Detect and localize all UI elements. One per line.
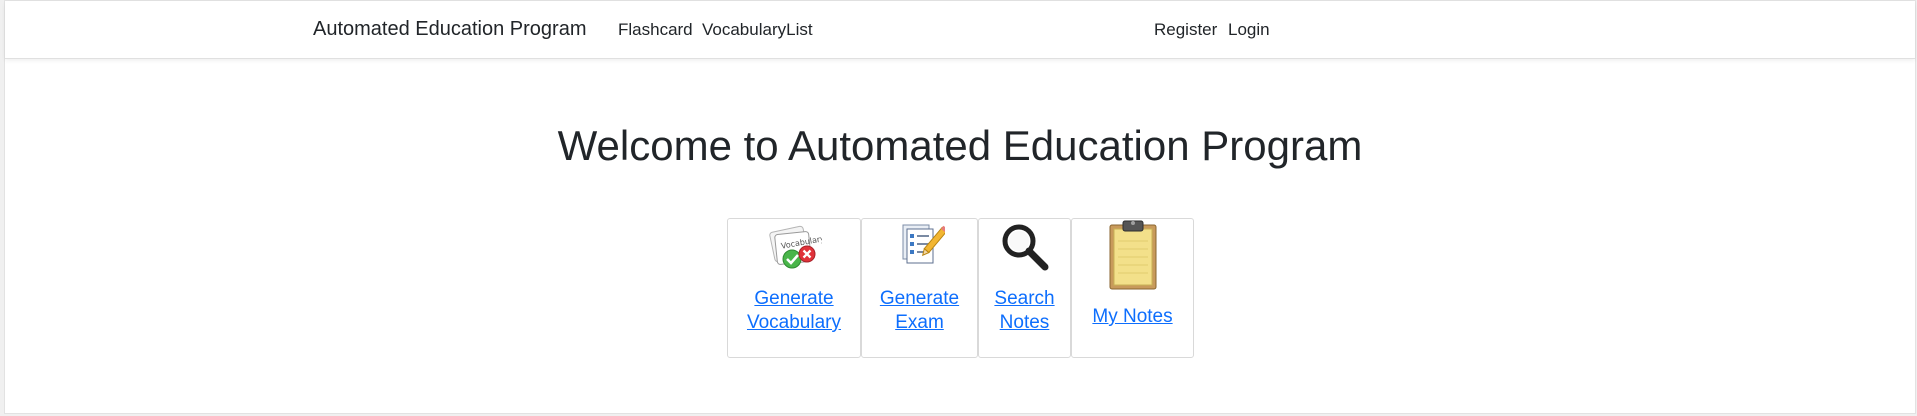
- page: Automated Education Program Flashcard Vo…: [4, 0, 1916, 414]
- generate-exam-line1: Generate: [879, 288, 960, 309]
- navbar-brand[interactable]: Automated Education Program: [313, 18, 587, 41]
- my-notes-link[interactable]: My Notes: [1072, 305, 1193, 329]
- generate-vocabulary-link[interactable]: Generate Vocabulary: [728, 287, 860, 335]
- exam-pencil-icon[interactable]: [895, 221, 948, 272]
- nav-link-register[interactable]: Register: [1154, 20, 1217, 40]
- navbar: Automated Education Program Flashcard Vo…: [5, 1, 1915, 59]
- clipboard-icon[interactable]: [1106, 219, 1160, 296]
- generate-exam-link[interactable]: Generate Exam: [862, 287, 977, 335]
- card-generate-exam: Generate Exam: [861, 218, 978, 358]
- nav-link-login[interactable]: Login: [1228, 20, 1270, 40]
- search-notes-line2: Notes: [999, 312, 1050, 333]
- page-title: Welcome to Automated Education Program: [557, 122, 1363, 169]
- card-my-notes: My Notes: [1071, 218, 1194, 358]
- search-notes-line1: Search: [994, 288, 1055, 309]
- nav-link-vocabulary-list[interactable]: VocabularyList: [702, 20, 813, 40]
- card-generate-vocabulary: Vocabulary Generate Vocabulary: [727, 218, 861, 358]
- vocabulary-check-icon[interactable]: Vocabulary: [766, 221, 826, 276]
- magnifier-icon[interactable]: [999, 221, 1051, 278]
- search-notes-link[interactable]: Search Notes: [979, 287, 1070, 335]
- generate-exam-line2: Exam: [895, 312, 944, 333]
- nav-link-flashcard[interactable]: Flashcard: [618, 20, 693, 40]
- card-search-notes: Search Notes: [978, 218, 1071, 358]
- generate-vocabulary-line1: Generate: [754, 288, 834, 309]
- generate-vocabulary-line2: Vocabulary: [746, 312, 841, 333]
